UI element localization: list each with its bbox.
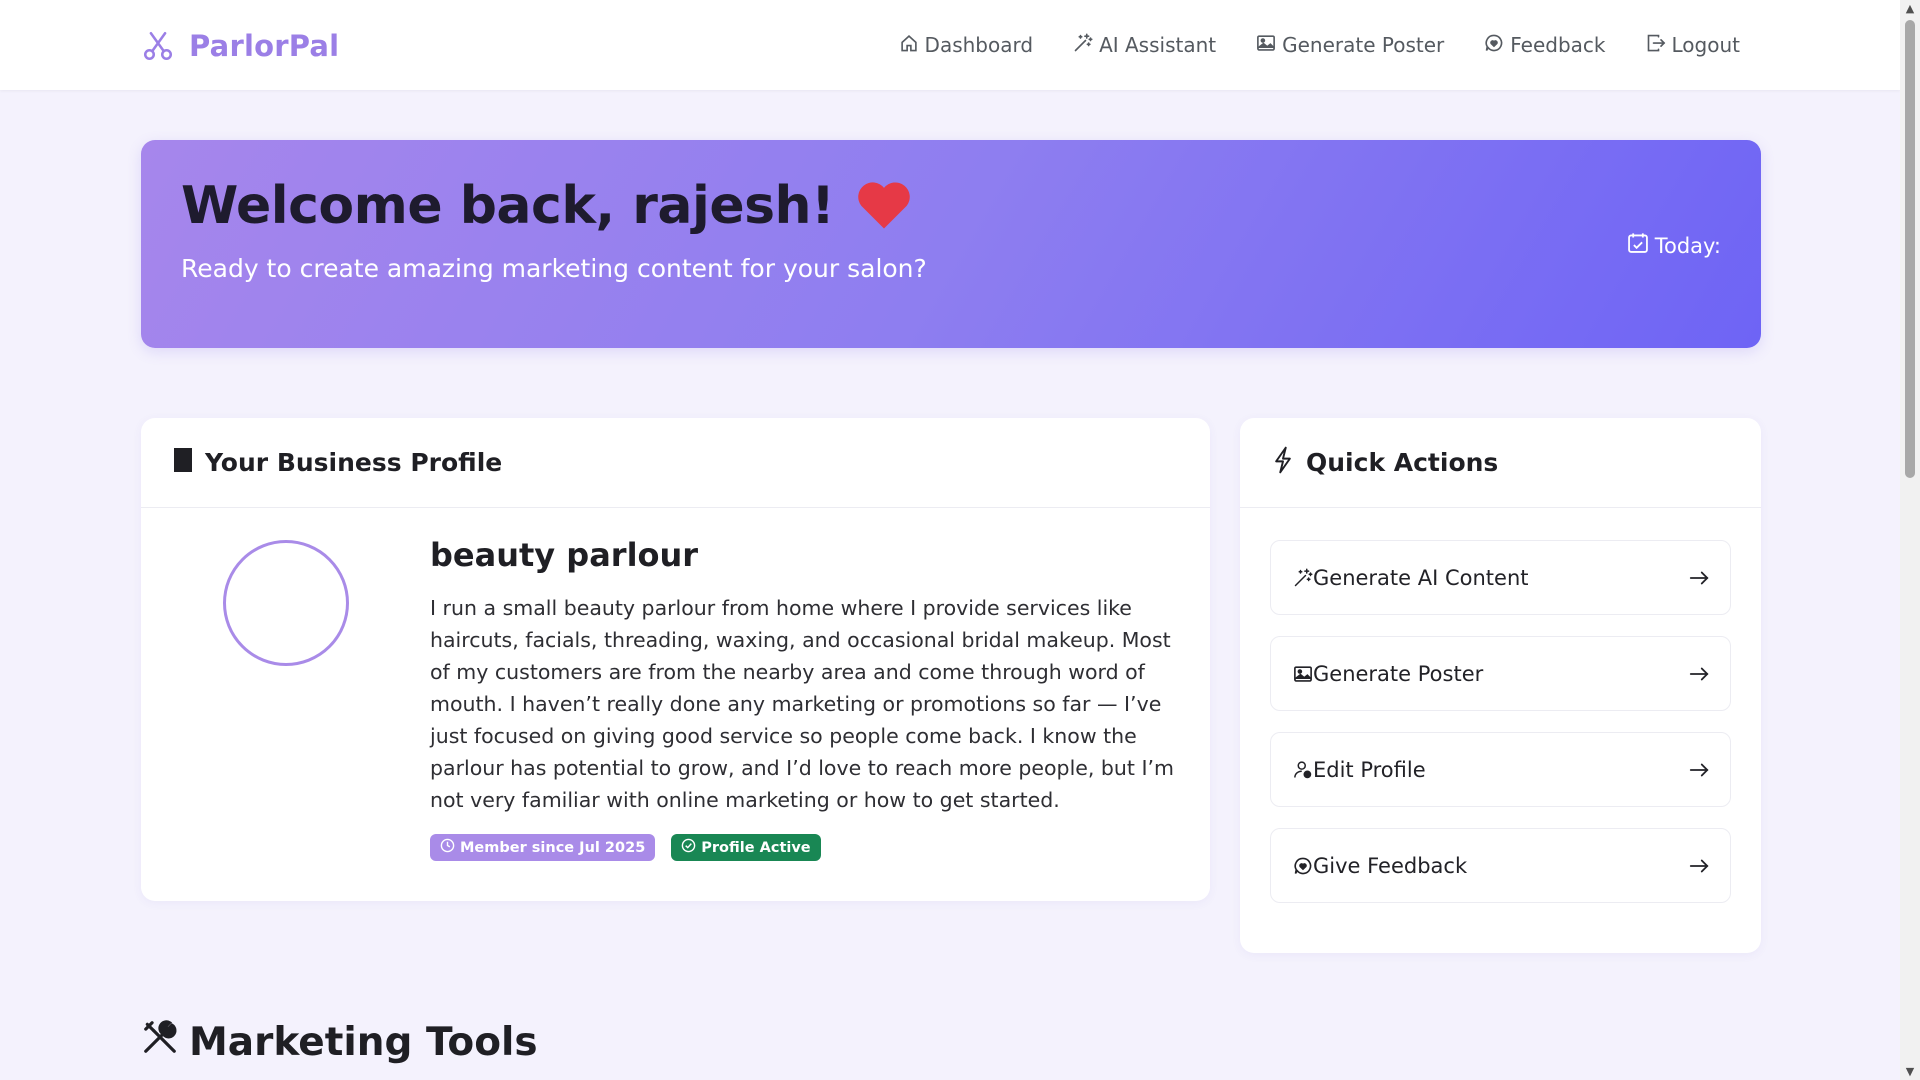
quick-actions-card: Quick Actions Generate AI Content Genera…: [1240, 418, 1761, 953]
magic-wand-icon: [1073, 32, 1093, 58]
building-icon: [173, 447, 193, 479]
nav-logout[interactable]: Logout: [1646, 33, 1740, 58]
scroll-up-arrow-icon[interactable]: ▲: [1900, 0, 1920, 17]
top-navbar: ParlorPal Dashboard AI Assistant Generat…: [0, 0, 1900, 90]
action-generate-ai-content[interactable]: Generate AI Content: [1270, 540, 1731, 615]
profile-badges: Member since Jul 2025 Profile Active: [430, 834, 1182, 861]
nav-logout-label: Logout: [1671, 33, 1740, 57]
nav-feedback-label: Feedback: [1510, 33, 1606, 57]
calendar-check-icon: [1627, 232, 1649, 259]
business-profile-header: Your Business Profile: [141, 418, 1210, 508]
scissors-icon: [141, 27, 175, 65]
business-name: beauty parlour: [430, 536, 699, 574]
business-profile-title: Your Business Profile: [205, 448, 503, 477]
arrow-right-icon: [1688, 855, 1710, 877]
nav-dashboard-label: Dashboard: [924, 33, 1034, 57]
brand-logo[interactable]: ParlorPal: [141, 24, 339, 68]
nav-feedback[interactable]: Feedback: [1484, 33, 1606, 58]
heart-icon: [856, 178, 912, 234]
clock-icon: [440, 838, 455, 857]
business-profile-card: Your Business Profile beauty parlour I r…: [141, 418, 1210, 901]
quick-actions-title: Quick Actions: [1306, 448, 1499, 477]
tools-icon: [141, 1018, 179, 1066]
profile-details: beauty parlour I run a small beauty parl…: [430, 536, 1182, 861]
image-icon: [1256, 33, 1276, 58]
marketing-tools-title: Marketing Tools: [189, 1019, 538, 1065]
arrow-right-icon: [1688, 567, 1710, 589]
welcome-heading: Welcome back, rajesh!: [181, 176, 912, 236]
member-since-text: Member since Jul 2025: [460, 839, 646, 856]
arrow-right-icon: [1688, 663, 1710, 685]
action-edit-profile[interactable]: Edit Profile: [1270, 732, 1731, 807]
action-give-feedback[interactable]: Give Feedback: [1270, 828, 1731, 903]
chat-heart-icon: [1484, 33, 1504, 58]
nav-ai-assistant-label: AI Assistant: [1099, 33, 1217, 57]
quick-actions-list: Generate AI Content Generate Poster Edit…: [1270, 540, 1731, 903]
nav-dashboard[interactable]: Dashboard: [899, 33, 1034, 58]
welcome-title: Welcome back, rajesh!: [181, 176, 835, 236]
vertical-scrollbar[interactable]: ▲ ▼: [1900, 0, 1920, 1080]
today-label: Today:: [1654, 233, 1721, 258]
action-label: Generate AI Content: [1313, 565, 1529, 590]
nav-generate-poster[interactable]: Generate Poster: [1256, 33, 1444, 58]
action-label: Edit Profile: [1313, 757, 1426, 782]
avatar: [223, 540, 349, 666]
action-label: Give Feedback: [1313, 853, 1468, 878]
welcome-banner: Welcome back, rajesh! Ready to create am…: [141, 140, 1761, 348]
person-gear-icon: [1293, 760, 1313, 780]
scrollbar-thumb[interactable]: [1905, 20, 1915, 478]
nav-links: Dashboard AI Assistant Generate Poster F…: [899, 28, 1740, 62]
business-description: I run a small beauty parlour from home w…: [430, 596, 1174, 812]
welcome-subtitle: Ready to create amazing marketing conten…: [181, 254, 927, 283]
logout-icon: [1646, 33, 1666, 58]
lightning-icon: [1272, 446, 1294, 480]
marketing-tools-heading: Marketing Tools: [141, 1018, 538, 1066]
image-icon: [1293, 664, 1313, 684]
scroll-down-arrow-icon[interactable]: ▼: [1900, 1063, 1920, 1080]
nav-ai-assistant[interactable]: AI Assistant: [1073, 32, 1217, 58]
member-since-badge: Member since Jul 2025: [430, 834, 656, 861]
action-generate-poster[interactable]: Generate Poster: [1270, 636, 1731, 711]
chat-heart-icon: [1293, 856, 1313, 876]
check-circle-icon: [681, 838, 696, 857]
today-indicator: Today:: [1627, 232, 1721, 259]
arrow-right-icon: [1688, 759, 1710, 781]
action-label: Generate Poster: [1313, 661, 1484, 686]
status-text: Profile Active: [701, 839, 811, 856]
magic-wand-icon: [1293, 568, 1313, 588]
brand-name: ParlorPal: [189, 29, 340, 63]
house-icon: [899, 33, 919, 58]
nav-generate-poster-label: Generate Poster: [1282, 33, 1445, 57]
quick-actions-header: Quick Actions: [1240, 418, 1761, 508]
status-badge: Profile Active: [671, 834, 821, 861]
